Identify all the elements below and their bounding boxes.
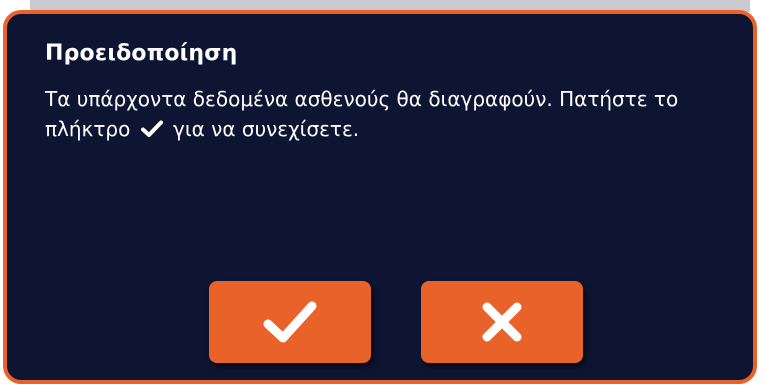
message-text-part2: για να συνεχίσετε. bbox=[173, 117, 360, 141]
dialog-message: Τα υπάρχοντα δεδομένα ασθενούς θα διαγρα… bbox=[45, 84, 735, 144]
dialog-title: Προειδοποίηση bbox=[45, 41, 238, 66]
warning-dialog: Προειδοποίηση Τα υπάρχοντα δεδομένα ασθε… bbox=[3, 10, 757, 384]
cancel-button[interactable] bbox=[421, 281, 583, 363]
checkmark-icon bbox=[263, 301, 317, 343]
x-icon bbox=[482, 302, 522, 342]
confirm-button[interactable] bbox=[209, 281, 371, 363]
checkmark-icon bbox=[140, 116, 163, 137]
